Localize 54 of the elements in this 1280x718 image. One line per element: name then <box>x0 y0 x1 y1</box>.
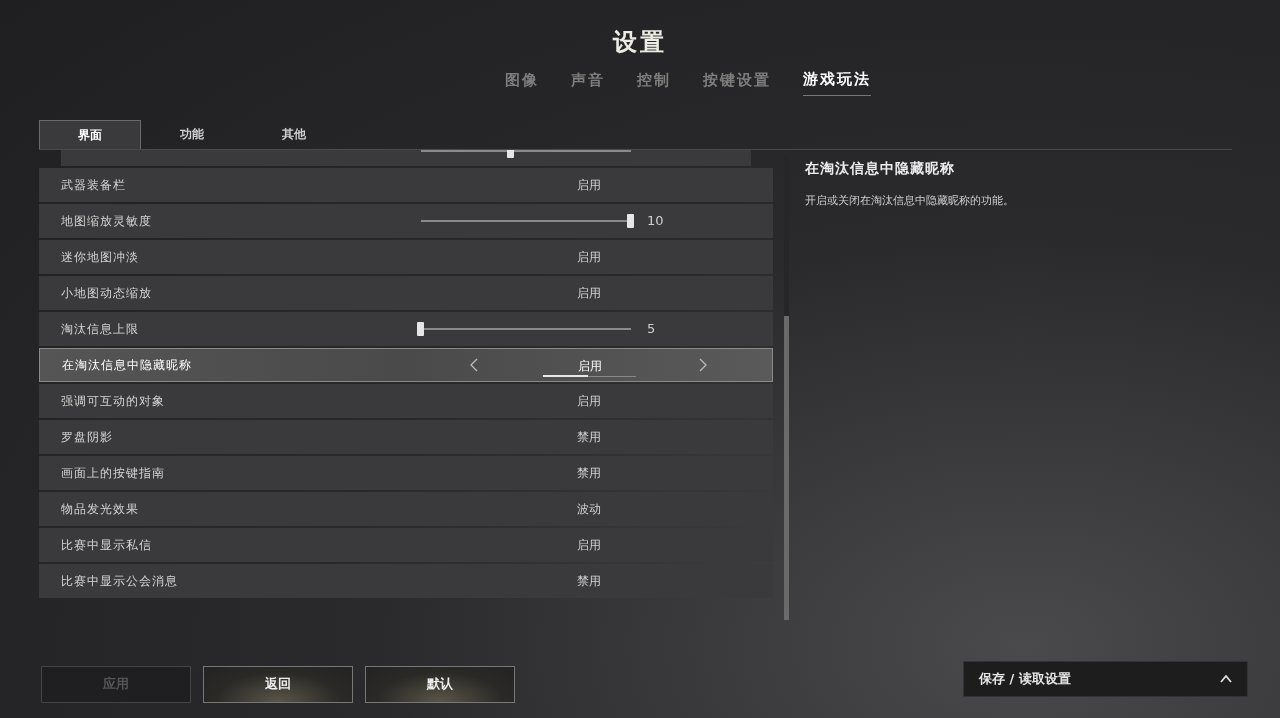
scrollbar-thumb[interactable] <box>784 315 789 620</box>
page-title: 设置 <box>613 27 667 58</box>
detail-title: 在淘汰信息中隐藏昵称 <box>805 158 956 178</box>
setting-label: 在淘汰信息中隐藏昵称 <box>62 356 192 374</box>
setting-row[interactable]: 武器装备栏 启用 <box>39 167 773 202</box>
action-button[interactable]: 返回 <box>203 665 353 703</box>
setting-value: 启用 <box>578 357 602 375</box>
sub-tab[interactable]: 其他 <box>243 119 345 149</box>
main-tab[interactable]: 控制 <box>637 68 671 96</box>
setting-value: 启用 <box>577 392 601 410</box>
setting-value: 启用 <box>577 284 601 302</box>
setting-row[interactable]: 小地图动态缩放 启用 <box>39 275 773 310</box>
main-tab[interactable]: 按键设置 <box>703 68 771 96</box>
detail-description: 开启或关闭在淘汰信息中隐藏昵称的功能。 <box>805 192 1014 209</box>
save-load-button[interactable]: 保存 / 读取设置 <box>963 661 1248 697</box>
setting-label: 罗盘阴影 <box>61 428 113 446</box>
setting-value: 启用 <box>577 176 601 194</box>
setting-row[interactable]: 在淘汰信息中隐藏昵称 启用 <box>39 347 773 382</box>
chevron-up-icon <box>1220 675 1232 683</box>
setting-label: 小地图动态缩放 <box>61 284 152 302</box>
setting-row[interactable]: 强调可互动的对象 启用 <box>39 383 773 418</box>
sub-tab[interactable]: 界面 <box>39 119 141 149</box>
action-button[interactable]: 默认 <box>365 665 515 703</box>
setting-row[interactable]: 罗盘阴影 禁用 <box>39 419 773 454</box>
setting-row[interactable]: 迷你地图冲淡 启用 <box>39 239 773 274</box>
setting-label: 武器装备栏 <box>61 176 126 194</box>
slider-thumb[interactable] <box>417 321 424 336</box>
setting-label: 物品发光效果 <box>61 500 139 518</box>
setting-value: 禁用 <box>577 428 601 446</box>
setting-value: 启用 <box>577 536 601 554</box>
setting-value: 禁用 <box>577 464 601 482</box>
setting-label: 地图缩放灵敏度 <box>61 212 152 230</box>
slider-value: 5 <box>647 319 656 338</box>
slider-thumb[interactable] <box>507 149 515 158</box>
main-tab[interactable]: 图像 <box>505 68 539 96</box>
setting-row[interactable]: 画面上的按键指南 禁用 <box>39 455 773 490</box>
chevron-left-icon[interactable] <box>470 357 478 372</box>
setting-label: 迷你地图冲淡 <box>61 248 139 266</box>
main-tab[interactable]: 游戏玩法 <box>803 68 871 96</box>
setting-value: 波动 <box>577 500 601 518</box>
setting-label: 比赛中显示公会消息 <box>61 572 178 590</box>
setting-label: 淘汰信息上限 <box>61 320 139 338</box>
slider-value: 10 <box>647 211 664 230</box>
sub-tab[interactable]: 功能 <box>141 119 243 149</box>
chevron-right-icon[interactable] <box>699 357 707 372</box>
setting-row[interactable]: 地图缩放灵敏度 10 <box>39 203 773 238</box>
slider-thumb[interactable] <box>627 213 634 228</box>
setting-value: 禁用 <box>577 572 601 590</box>
main-tab[interactable]: 声音 <box>571 68 605 96</box>
setting-row[interactable]: 淘汰信息上限 5 <box>39 311 773 346</box>
setting-label: 强调可互动的对象 <box>61 392 165 410</box>
setting-label: 画面上的按键指南 <box>61 464 165 482</box>
setting-label: 比赛中显示私信 <box>61 536 152 554</box>
setting-value: 启用 <box>577 248 601 266</box>
